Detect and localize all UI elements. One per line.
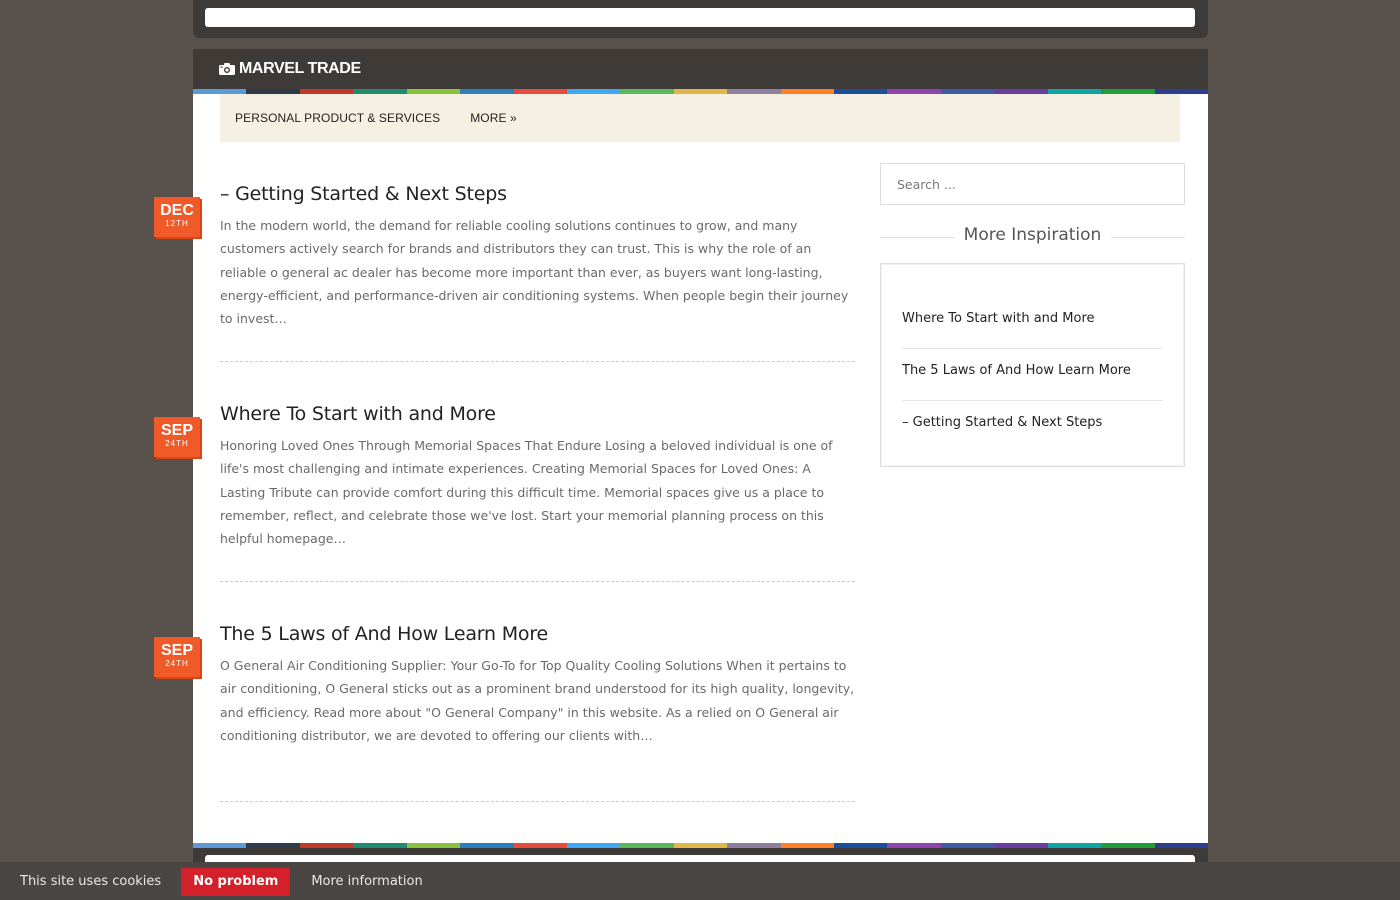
post: SEP 24TH The 5 Laws of And How Learn Mor… [154, 623, 855, 843]
post-divider [220, 581, 855, 582]
camera-icon [219, 63, 235, 75]
nav-item-personal-product[interactable]: PERSONAL PRODUCT & SERVICES [235, 111, 440, 125]
search-input[interactable] [895, 175, 1169, 193]
widget-heading: More Inspiration [880, 225, 1185, 247]
inspiration-widget: Where To Start with and More The 5 Laws … [880, 263, 1185, 467]
widget-link[interactable]: – Getting Started & Next Steps [902, 401, 1163, 453]
date-month: DEC [160, 202, 194, 219]
site-name: MARVEL TRADE [239, 60, 361, 77]
post-divider [220, 361, 855, 362]
post-title[interactable]: – Getting Started & Next Steps [220, 183, 507, 205]
date-badge: SEP 24TH [154, 417, 200, 457]
post-list: DEC 12TH – Getting Started & Next Steps … [154, 183, 855, 843]
page-container: MARVEL TRADE PERSONAL PRODUCT & SERVICES… [154, 49, 1209, 849]
widget-link[interactable]: Where To Start with and More [902, 297, 1163, 349]
site-header: MARVEL TRADE [193, 49, 1208, 89]
widget-title: More Inspiration [953, 225, 1112, 245]
post: DEC 12TH – Getting Started & Next Steps … [154, 183, 855, 403]
accept-cookies-button[interactable]: No problem [181, 868, 291, 896]
post-excerpt: Honoring Loved Ones Through Memorial Spa… [220, 438, 833, 547]
post-title[interactable]: Where To Start with and More [220, 403, 496, 425]
sidebar-search [880, 163, 1185, 205]
post-divider [220, 801, 855, 802]
main-nav: PERSONAL PRODUCT & SERVICES MORE » [220, 94, 1180, 142]
post-excerpt: In the modern world, the demand for reli… [220, 218, 849, 327]
post-title[interactable]: The 5 Laws of And How Learn More [220, 623, 548, 645]
site-brand[interactable]: MARVEL TRADE [219, 60, 361, 78]
date-day: 24TH [165, 659, 189, 668]
widget-link[interactable]: The 5 Laws of And How Learn More [902, 349, 1163, 401]
sidebar: More Inspiration Where To Start with and… [880, 163, 1185, 467]
date-month: SEP [160, 422, 193, 439]
date-day: 12TH [165, 219, 189, 228]
more-information-link[interactable]: More information [311, 874, 422, 889]
cookie-bar: This site uses cookies No problem More i… [0, 862, 1400, 900]
post-excerpt: O General Air Conditioning Supplier: You… [220, 658, 855, 743]
date-badge: DEC 12TH [154, 197, 200, 237]
date-month: SEP [160, 642, 193, 659]
top-bar [193, 0, 1208, 38]
nav-item-more[interactable]: MORE » [470, 111, 517, 125]
top-search-field[interactable] [205, 8, 1195, 27]
cookie-notice: This site uses cookies [20, 873, 162, 889]
date-day: 24TH [165, 439, 189, 448]
date-badge: SEP 24TH [154, 637, 200, 677]
post: SEP 24TH Where To Start with and More Ho… [154, 403, 855, 623]
